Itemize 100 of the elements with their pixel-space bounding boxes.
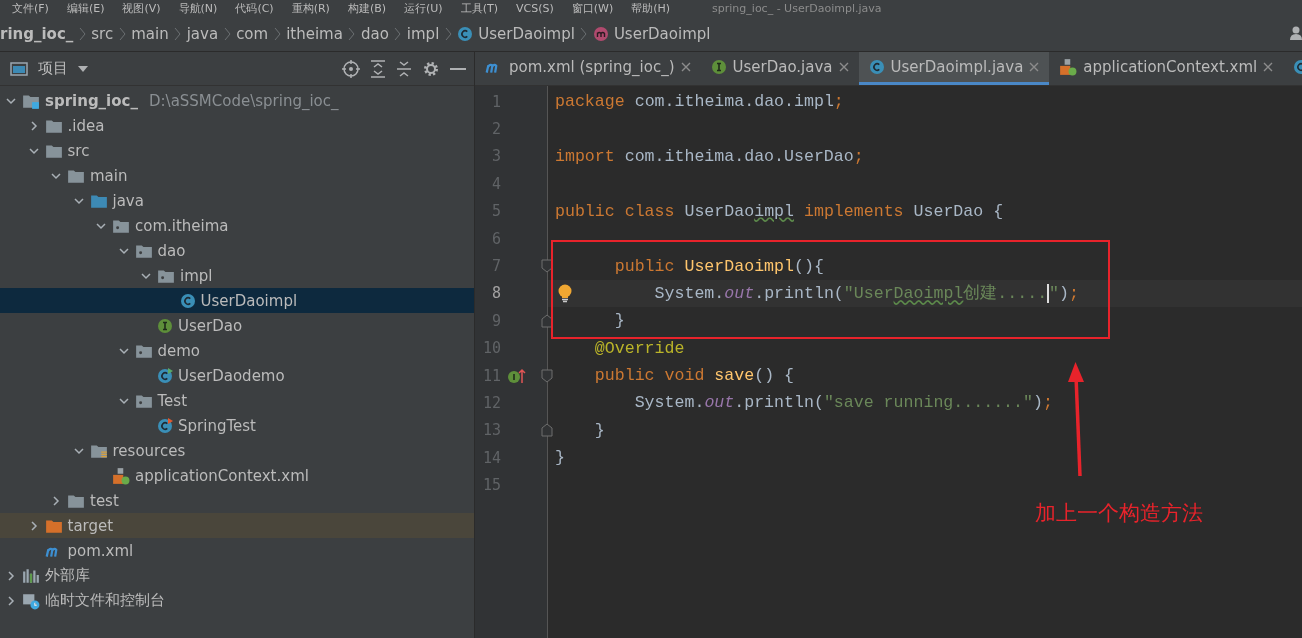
user-icon[interactable] bbox=[1290, 26, 1302, 40]
code-line: import com.itheima.dao.UserDao; bbox=[555, 146, 864, 166]
interface-icon bbox=[710, 59, 727, 75]
fold-icon[interactable] bbox=[541, 259, 553, 274]
tree-item[interactable]: java bbox=[0, 188, 474, 213]
menu-item[interactable]: 帮助(H) bbox=[631, 0, 671, 16]
code-line: package com.itheima.dao.impl; bbox=[555, 92, 844, 112]
breadcrumb-item[interactable]: main bbox=[131, 24, 169, 43]
fold-icon[interactable] bbox=[541, 423, 553, 438]
code-line: } bbox=[613, 311, 625, 331]
chevron-right-icon[interactable] bbox=[5, 569, 17, 582]
code-line: @Override bbox=[593, 338, 685, 358]
window-title: spring_ioc_ - UserDaoimpl.java bbox=[712, 1, 882, 15]
breadcrumb-item[interactable]: UserDaoimpl bbox=[592, 24, 711, 43]
class-icon bbox=[179, 292, 196, 309]
close-icon[interactable] bbox=[1263, 62, 1274, 72]
menu-item[interactable]: 工具(T) bbox=[460, 0, 498, 16]
collapse-all-icon[interactable] bbox=[396, 59, 412, 78]
tree-item[interactable]: .idea bbox=[0, 113, 474, 138]
library-icon bbox=[22, 566, 40, 585]
tree-item[interactable]: pom.xml bbox=[0, 538, 474, 563]
class-icon bbox=[457, 25, 474, 42]
tree-item[interactable]: Test bbox=[0, 388, 474, 413]
settings-icon[interactable] bbox=[422, 59, 440, 78]
tree-item[interactable]: 临时文件和控制台 bbox=[0, 588, 474, 613]
editor-tab[interactable]: pom.xml (spring_ioc_) bbox=[475, 52, 701, 85]
close-icon[interactable] bbox=[680, 62, 691, 72]
chevron-right-icon bbox=[348, 26, 356, 41]
tree-item[interactable]: 外部库 bbox=[0, 563, 474, 588]
lightbulb-icon[interactable] bbox=[558, 283, 572, 303]
menu-item[interactable]: 代码(C) bbox=[235, 0, 274, 16]
locate-icon[interactable] bbox=[342, 59, 360, 78]
menu-item[interactable]: 窗口(W) bbox=[571, 0, 614, 16]
tree-item[interactable]: demo bbox=[0, 338, 474, 363]
window-icon bbox=[10, 60, 28, 77]
tree-item[interactable]: dao bbox=[0, 238, 474, 263]
chevron-right-icon bbox=[580, 26, 588, 41]
chevron-right-icon bbox=[394, 26, 402, 41]
scratch-icon bbox=[22, 591, 40, 610]
breadcrumb-item[interactable]: dao bbox=[360, 24, 389, 43]
tree-item[interactable]: UserDaodemo bbox=[0, 363, 474, 388]
tree-item[interactable]: applicationContext.xml bbox=[0, 463, 474, 488]
code-line: public void save() { bbox=[593, 366, 794, 386]
line-number: 8 bbox=[490, 284, 501, 303]
chevron-right-icon[interactable] bbox=[5, 594, 17, 607]
class-test-icon bbox=[157, 417, 173, 434]
chevron-right-icon bbox=[223, 26, 231, 41]
project-path: D:\aSSMCode\spring_ioc_ bbox=[148, 91, 339, 110]
tree-item[interactable]: main bbox=[0, 163, 474, 188]
minimize-icon[interactable] bbox=[450, 66, 466, 71]
code-line: System.out.println("save running......."); bbox=[633, 393, 1053, 413]
menu-item[interactable]: 运行(U) bbox=[404, 0, 443, 16]
tree-item[interactable]: test bbox=[0, 488, 474, 513]
breadcrumb-item[interactable]: com bbox=[236, 24, 269, 43]
spring-xml-icon bbox=[1059, 58, 1078, 76]
caret-icon[interactable] bbox=[78, 65, 88, 72]
panel-title[interactable]: 项目 bbox=[38, 59, 68, 78]
tree-item[interactable]: spring_ioc_ D:\aSSMCode\spring_ioc_ bbox=[0, 88, 474, 113]
menu-item[interactable]: 构建(B) bbox=[347, 0, 387, 16]
class-run-icon bbox=[157, 367, 173, 384]
breadcrumb-item[interactable]: java bbox=[186, 24, 219, 43]
menu-item[interactable]: 编辑(E) bbox=[66, 0, 105, 16]
editor-tab[interactable]: UserDao.java bbox=[700, 52, 859, 85]
tree-item[interactable]: resources bbox=[0, 438, 474, 463]
tree-item[interactable]: com.itheima bbox=[0, 213, 474, 238]
menu-item[interactable]: 导航(N) bbox=[178, 0, 218, 16]
implements-icon[interactable] bbox=[507, 367, 527, 384]
tree-item[interactable]: UserDaoimpl bbox=[0, 288, 474, 313]
expand-all-icon[interactable] bbox=[370, 59, 386, 78]
breadcrumb-item[interactable]: UserDaoimpl bbox=[457, 24, 575, 43]
tree-item[interactable]: target bbox=[0, 513, 474, 538]
chevron-right-icon bbox=[444, 26, 452, 41]
code-line: public class UserDaoimpl implements UserDao { bbox=[555, 201, 1004, 221]
editor-tab[interactable]: applicationContext.xml bbox=[1049, 52, 1284, 85]
chevron-right-icon bbox=[273, 26, 281, 41]
code-line: } bbox=[593, 420, 605, 440]
breadcrumb-item[interactable]: impl bbox=[406, 24, 440, 43]
spring-xml-icon bbox=[112, 466, 130, 485]
menu-item[interactable]: 视图(V) bbox=[122, 0, 161, 16]
tree-item[interactable]: UserDao bbox=[0, 313, 474, 338]
chevron-right-icon bbox=[118, 26, 126, 41]
chevron-right-icon bbox=[174, 26, 182, 41]
interface-icon bbox=[157, 317, 173, 334]
chevron-right-icon[interactable] bbox=[50, 494, 62, 507]
menu-item[interactable]: VCS(S) bbox=[516, 1, 554, 15]
tree-item[interactable]: src bbox=[0, 138, 474, 163]
close-icon[interactable] bbox=[838, 62, 849, 72]
editor-tab[interactable]: UserDaoimpl.java bbox=[858, 52, 1050, 85]
tree-item[interactable]: SpringTest bbox=[0, 413, 474, 438]
breadcrumb-item[interactable]: itheima bbox=[286, 24, 343, 43]
fold-icon[interactable] bbox=[541, 313, 553, 328]
code-line: System.out.println("UserDaoimpl创建....."); bbox=[653, 283, 1079, 305]
annotation-text: 加上一个构造方法 bbox=[1035, 500, 1203, 527]
fold-icon[interactable] bbox=[541, 368, 553, 383]
chevron-right-icon bbox=[78, 26, 86, 41]
menu-item[interactable]: 重构(R) bbox=[291, 0, 330, 16]
tree-item[interactable]: impl bbox=[0, 263, 474, 288]
breadcrumb-item[interactable]: ring_ioc_ bbox=[0, 24, 74, 43]
menu-item[interactable]: 文件(F) bbox=[12, 0, 49, 16]
breadcrumb-item[interactable]: src bbox=[91, 24, 114, 43]
